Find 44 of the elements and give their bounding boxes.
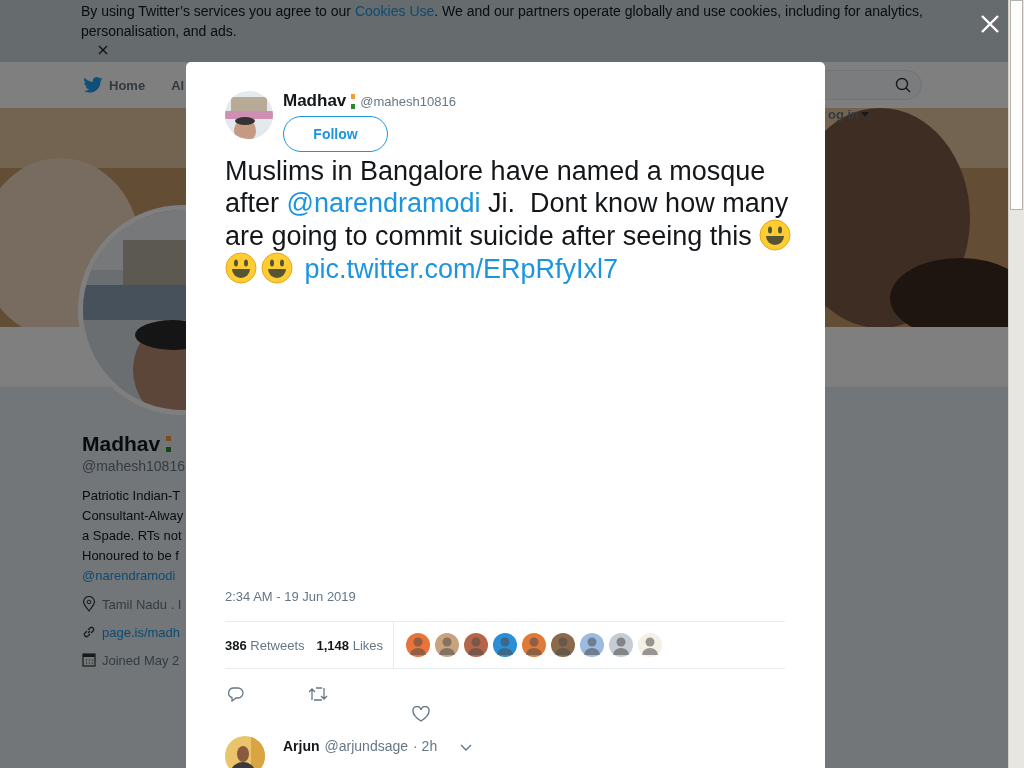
bio-line: Honoured to be f [82,547,180,565]
like-count[interactable]: 1,148 Likes [316,637,384,653]
reply-author-name[interactable]: Arjun [283,738,320,754]
user-avatar[interactable] [551,633,576,657]
location-icon [82,596,96,612]
joined-date: Joined May 2 [102,652,180,668]
reply-icon[interactable] [228,686,244,702]
scrollbar[interactable] [1008,0,1024,768]
profile-name: Madhav [82,432,161,456]
website-link[interactable]: page.is/madh [102,624,181,640]
profile-handle: @mahesh10816 [82,458,186,474]
bio-line: Patriotic Indian-T [82,487,182,505]
tweet-timestamp[interactable]: 2:34 AM - 19 Jun 2019 [225,589,805,611]
retweet-count[interactable]: 386 Retweets [225,637,305,653]
retweet-icon[interactable] [308,686,328,702]
reply-author-handle[interactable]: @arjundsage [324,738,409,754]
user-avatar[interactable] [435,633,460,657]
bio-line: Consultant-Alway [82,507,185,525]
flag-icon [166,436,172,452]
user-avatar[interactable] [609,633,634,657]
user-avatar[interactable] [493,633,518,657]
calendar-icon [82,653,96,667]
reply-time[interactable]: · 2h [413,738,438,754]
home-tab[interactable]: Home [109,77,146,93]
nav-tab[interactable]: Al [171,77,185,93]
author-name[interactable]: Madhav [283,91,347,111]
reply-avatar[interactable] [225,736,265,768]
user-avatar[interactable] [638,633,663,657]
bio-line: a Spade. RTs not [82,527,183,545]
bird-icon [83,77,103,93]
user-avatar[interactable] [406,633,431,657]
user-avatar[interactable] [580,633,605,657]
location-text: Tamil Nadu . I [102,596,182,612]
flag-icon [351,93,356,109]
close-icon[interactable] [98,45,108,55]
link-icon [82,625,96,639]
search-icon[interactable] [895,77,911,93]
user-avatar[interactable] [464,633,489,657]
cookies-link[interactable]: Cookies Use [354,3,435,19]
cookie-notice: By using Twitter’s services you agree to our Cookies Use. We and our partners operate globally and use cookies, including for analytics, personalisation, and ads. [81,2,924,41]
heart-icon[interactable] [412,706,430,722]
author-handle[interactable]: @mahesh10816 [360,93,456,109]
chevron-icon[interactable] [460,744,473,752]
user-avatar[interactable] [522,633,547,657]
